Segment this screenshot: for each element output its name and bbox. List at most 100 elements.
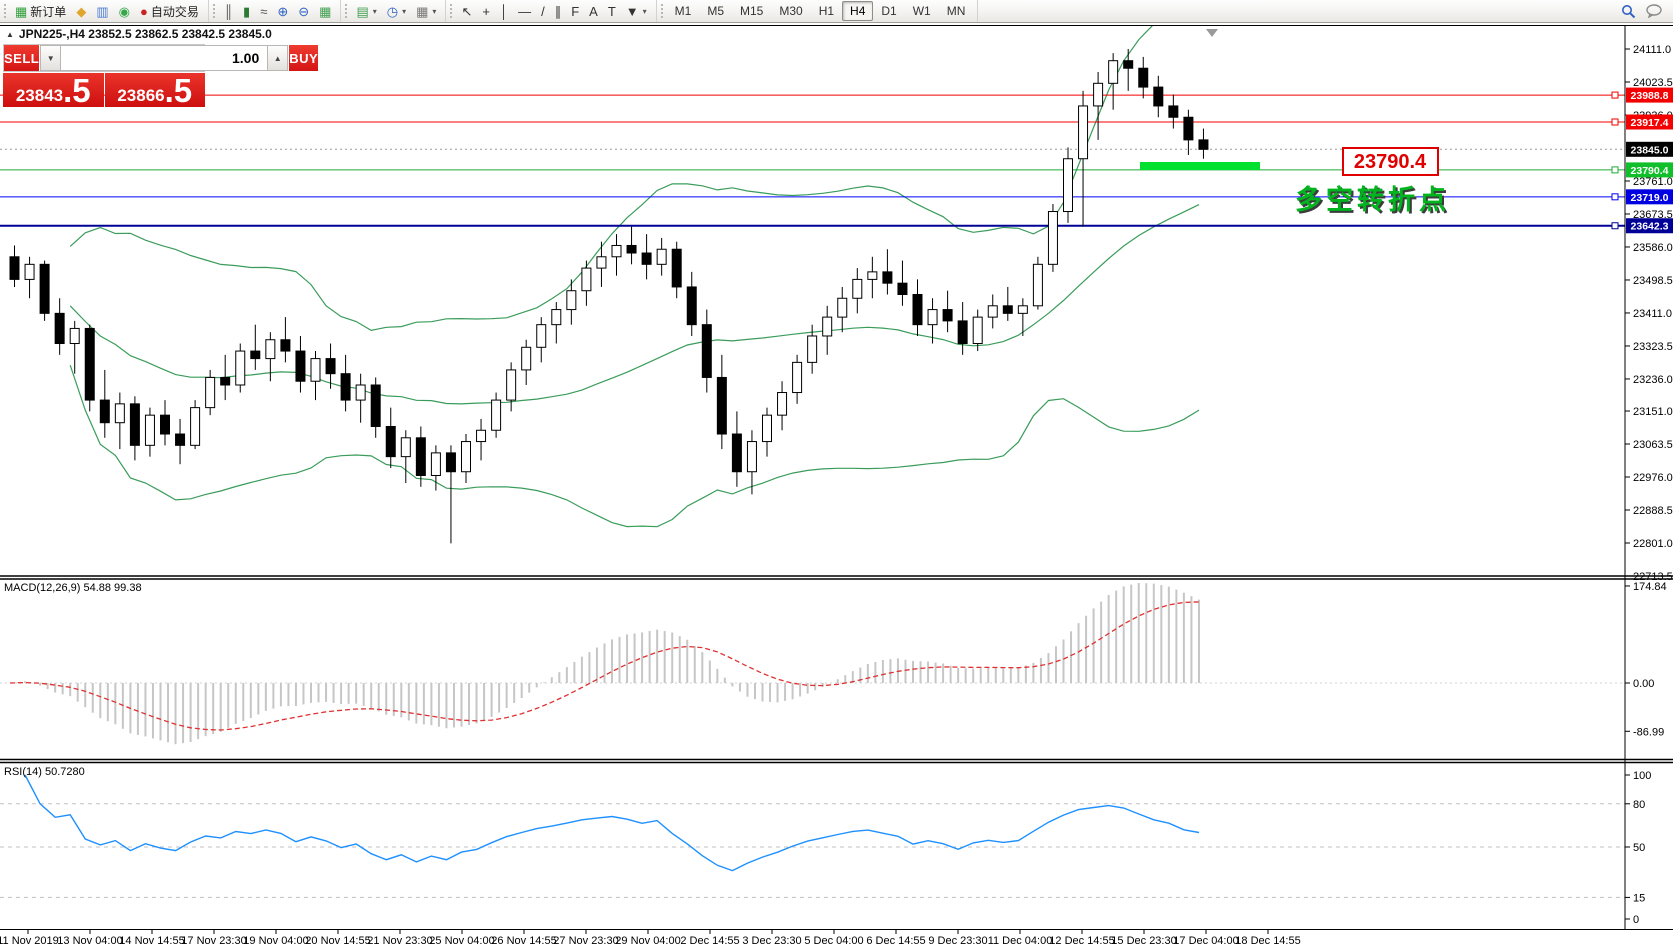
level-anchor-23790.4[interactable] — [1612, 167, 1618, 173]
candles — [10, 49, 1208, 543]
x-tick-label: 26 Nov 14:55 — [491, 935, 556, 946]
market-watch-button[interactable]: ◆ — [71, 3, 91, 20]
arrows-button[interactable]: ▼▾ — [621, 3, 652, 20]
x-tick-label: 12 Dec 14:55 — [1049, 935, 1114, 946]
trendline-icon: / — [541, 5, 545, 18]
tile-windows-button[interactable]: ▦ — [314, 3, 336, 20]
market-watch-icon: ◆ — [76, 5, 86, 18]
bear-candle — [702, 325, 711, 378]
sell-button[interactable]: SELL — [4, 45, 40, 71]
text-button[interactable]: A — [584, 3, 603, 20]
bull-candle — [747, 442, 756, 472]
y-tick-label: 22801.0 — [1633, 538, 1673, 550]
zoom-out-button[interactable]: ⊖ — [293, 3, 314, 20]
y-tick-label: 24023.5 — [1633, 77, 1673, 89]
crosshair-button[interactable]: + — [477, 3, 495, 20]
y-tick-label: 23761.0 — [1633, 176, 1673, 188]
volume-increase-button[interactable]: ▲ — [267, 45, 288, 71]
indicators-button-dropdown-icon[interactable]: ▾ — [373, 7, 377, 16]
rsi-pane[interactable] — [0, 775, 1625, 897]
bull-candle — [266, 340, 275, 359]
x-tick-label: 29 Nov 04:00 — [615, 935, 680, 946]
buy-price-main: 23866 — [117, 86, 164, 105]
zoom-in-button[interactable]: ⊕ — [272, 3, 293, 20]
volume-decrease-button[interactable]: ▼ — [40, 45, 61, 71]
x-tick-label: 14 Nov 14:55 — [119, 935, 184, 946]
green-highlight-bar[interactable] — [1140, 162, 1260, 170]
level-anchor-23719.0[interactable] — [1612, 194, 1618, 200]
x-tick-label: 27 Nov 23:30 — [553, 935, 618, 946]
x-tick-label: 9 Dec 23:30 — [928, 935, 987, 946]
timeframe-h1[interactable]: H1 — [811, 1, 842, 21]
chart-shift-marker[interactable] — [1206, 29, 1218, 37]
periods-button[interactable]: ◷▾ — [382, 3, 411, 20]
candlestick-chart-icon: ▮ — [243, 5, 250, 18]
indicators-button[interactable]: ▤▾ — [351, 3, 381, 20]
timeframe-d1[interactable]: D1 — [873, 1, 904, 21]
x-tick-label: 13 Nov 04:00 — [57, 935, 122, 946]
trendline-button[interactable]: / — [536, 3, 550, 20]
cursor-button[interactable]: ↖ — [456, 3, 477, 20]
new-order-button[interactable]: ▦新订单 — [10, 1, 71, 22]
auto-trading-button[interactable]: ●自动交易 — [135, 1, 204, 22]
level-anchor-23988.8[interactable] — [1612, 92, 1618, 98]
bull-candle — [838, 298, 847, 317]
macd-pane[interactable] — [0, 583, 1625, 744]
macd-tick-label: 0.00 — [1633, 678, 1654, 690]
bear-candle — [717, 377, 726, 434]
data-window-button[interactable]: ▥ — [91, 3, 113, 20]
timeframe-m5[interactable]: M5 — [699, 1, 732, 21]
axis-badge-text: 23642.3 — [1631, 221, 1669, 233]
buy-price[interactable]: 23866 .5 — [105, 73, 206, 107]
text-label-button[interactable]: T — [603, 3, 621, 20]
bull-candle — [868, 272, 877, 280]
line-chart-button[interactable]: ≈ — [255, 3, 272, 20]
toolbar-group-line-tools: ↖+│— / ∥FAT▼▾ — [446, 0, 656, 22]
arrows-button-dropdown-icon[interactable]: ▾ — [643, 7, 647, 16]
main-toolbar: ▦新订单◆▥◉●自动交易║▮≈⊕⊖▦▤▾◷▾▦▾↖+│—/∥FAT▼▾M1M5M… — [0, 0, 1673, 23]
bear-candle — [371, 385, 380, 426]
sell-price-frac: .5 — [63, 76, 91, 105]
sell-price[interactable]: 23843 .5 — [3, 73, 104, 107]
horizontal-line-button[interactable]: — — [513, 3, 536, 20]
bull-candle — [492, 400, 501, 430]
timeframe-m1[interactable]: M1 — [667, 1, 700, 21]
vertical-line-button[interactable]: │ — [495, 3, 513, 20]
templates-button-dropdown-icon[interactable]: ▾ — [432, 7, 436, 16]
bull-candle — [567, 291, 576, 310]
signals-button[interactable]: ◉ — [114, 3, 135, 20]
x-tick-label: 20 Nov 14:55 — [305, 935, 370, 946]
bull-candle — [928, 310, 937, 325]
collapse-triangle-icon[interactable]: ▲ — [6, 30, 14, 39]
level-anchor-23917.4[interactable] — [1612, 119, 1618, 125]
turning-point-text[interactable]: 多空转折点 — [1295, 184, 1450, 215]
x-tick-label: 15 Dec 23:30 — [1111, 935, 1176, 946]
timeframe-m15[interactable]: M15 — [732, 1, 771, 21]
level-anchor-23642.3[interactable] — [1612, 223, 1618, 229]
buy-button[interactable]: BUY — [288, 45, 318, 71]
candlestick-chart-button[interactable]: ▮ — [238, 3, 255, 20]
bear-candle — [55, 313, 64, 343]
search-icon[interactable] — [1621, 4, 1636, 19]
macd-label: MACD(12,26,9) 54.88 99.38 — [4, 582, 142, 594]
bull-candle — [823, 317, 832, 336]
auto-trading-icon: ● — [140, 5, 148, 18]
x-tick-label: 17 Dec 04:00 — [1173, 935, 1238, 946]
timeframe-mn[interactable]: MN — [939, 1, 974, 21]
bar-chart-button[interactable]: ║ — [219, 3, 238, 20]
equidistant-channel-button[interactable]: ∥ — [550, 3, 567, 20]
chat-icon[interactable] — [1646, 4, 1663, 18]
templates-button[interactable]: ▦▾ — [411, 3, 441, 20]
bull-candle — [25, 264, 34, 279]
x-tick-label: 25 Nov 04:00 — [429, 935, 494, 946]
timeframe-h4[interactable]: H4 — [842, 1, 873, 21]
volume-input[interactable] — [61, 45, 267, 71]
chart-window[interactable]: MACD(12,26,9) 54.88 99.38RSI(14) 50.7280… — [0, 23, 1673, 946]
chart-canvas[interactable]: MACD(12,26,9) 54.88 99.38RSI(14) 50.7280… — [0, 23, 1673, 946]
fibonacci-button[interactable]: F — [566, 3, 584, 20]
periods-button-dropdown-icon[interactable]: ▾ — [402, 7, 406, 16]
main-pane[interactable] — [0, 23, 1625, 543]
bear-candle — [1199, 140, 1208, 149]
timeframe-m30[interactable]: M30 — [771, 1, 810, 21]
timeframe-w1[interactable]: W1 — [905, 1, 939, 21]
